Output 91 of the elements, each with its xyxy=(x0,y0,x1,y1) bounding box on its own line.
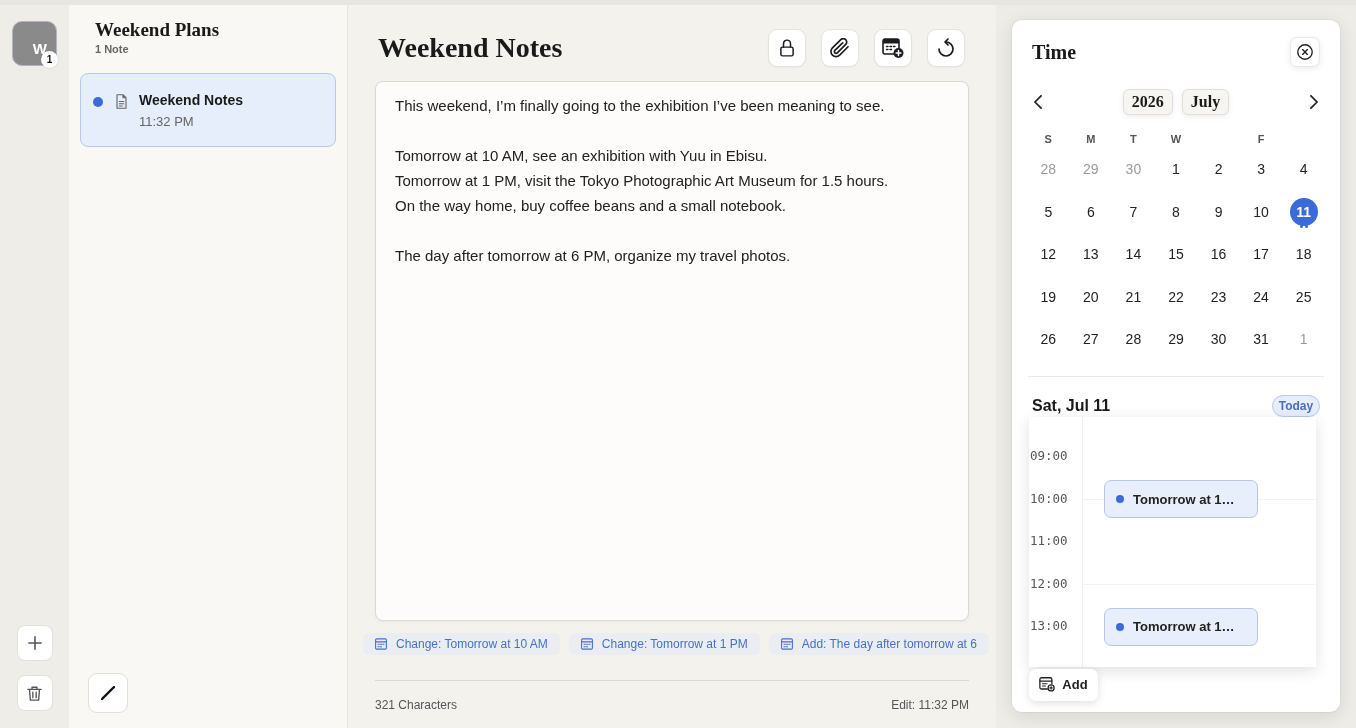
calendar-day[interactable]: 22 xyxy=(1161,282,1190,311)
year-picker[interactable]: 2026 xyxy=(1122,89,1173,115)
close-icon xyxy=(1297,44,1313,60)
note-paragraph: This weekend, I’m finally going to the exhibition I’ve been meaning to see. xyxy=(395,96,886,116)
calendar-day[interactable]: 18 xyxy=(1289,240,1318,269)
document-icon xyxy=(116,94,127,109)
calendar-day[interactable]: 21 xyxy=(1119,282,1148,311)
chevron-right-icon xyxy=(1310,95,1318,109)
note-paragraph: Tomorrow at 10 AM, see an exhibition with Yuu in Ebisu. Tomorrow at 1 PM, visit the Tokyo Photographic Art Museum for 1.5 hours. On the way home, buy coffee beans and a small notebook. xyxy=(395,146,890,216)
note-title: Weekend Notes xyxy=(139,91,243,109)
today-button[interactable]: Today xyxy=(1272,394,1320,417)
undo-icon xyxy=(938,38,954,58)
new-note-button[interactable] xyxy=(16,625,53,661)
attach-button[interactable] xyxy=(821,29,859,67)
calendar-day[interactable]: 25 xyxy=(1289,282,1318,311)
weekday-label: W xyxy=(1170,133,1182,145)
suggestion-chip[interactable]: Add: The day after tomorrow at 6 xyxy=(768,633,989,655)
note-title: Weekend Notes xyxy=(378,34,563,62)
month-picker[interactable]: July xyxy=(1181,89,1230,115)
character-count: 321 Characters xyxy=(375,698,458,713)
calendar-icon xyxy=(580,638,593,650)
event-item[interactable]: Tomorrow at 1… xyxy=(1104,607,1258,646)
paperclip-icon xyxy=(830,38,850,58)
hour-label: 09:00 xyxy=(1029,447,1069,466)
calendar-icon xyxy=(375,638,387,650)
calendar-icon xyxy=(780,638,793,650)
calendar-day[interactable]: 2 xyxy=(1204,155,1233,184)
close-button[interactable] xyxy=(1290,37,1320,67)
next-month-button[interactable] xyxy=(1310,95,1318,109)
plus-icon xyxy=(27,636,42,650)
calendar-day[interactable]: 4 xyxy=(1289,155,1318,184)
calendar-day[interactable]: 30 xyxy=(1204,325,1233,354)
calendar-day[interactable]: 6 xyxy=(1076,197,1105,226)
calendar-day[interactable]: 11 xyxy=(1289,197,1318,226)
calendar-day[interactable]: 8 xyxy=(1161,197,1190,226)
calendar-day[interactable]: 10 xyxy=(1247,197,1276,226)
calendar-day[interactable]: 20 xyxy=(1076,282,1105,311)
calendar-day[interactable]: 14 xyxy=(1119,240,1148,269)
calendar-day[interactable]: 31 xyxy=(1247,325,1276,354)
note-text-area[interactable] xyxy=(375,81,969,621)
hour-label: 13:00 xyxy=(1029,617,1069,636)
note-count: 1 Note xyxy=(95,43,130,56)
weekday-label: S xyxy=(1044,133,1052,145)
hour-label: 12:00 xyxy=(1029,574,1069,593)
undo-button[interactable] xyxy=(927,29,965,67)
calendar-day[interactable]: 3 xyxy=(1247,155,1276,184)
suggestion-chip[interactable]: Change: Tomorrow at 1 PM xyxy=(568,633,760,655)
event-dot-icon xyxy=(1116,622,1124,631)
calendar-day[interactable]: 1 xyxy=(1161,155,1190,184)
previous-month-button[interactable] xyxy=(1034,95,1042,109)
folder-title: Weekend Plans xyxy=(95,18,221,42)
lock-icon xyxy=(780,39,794,57)
weekday-label: F xyxy=(1257,133,1265,145)
pen-icon xyxy=(101,686,115,700)
calendar-day[interactable]: 26 xyxy=(1034,325,1063,354)
calendar-day[interactable]: 13 xyxy=(1076,240,1105,269)
calendar-day[interactable]: 19 xyxy=(1034,282,1063,311)
trash-icon xyxy=(27,685,42,701)
calendar-day[interactable]: 17 xyxy=(1247,240,1276,269)
chevron-left-icon xyxy=(1034,95,1042,109)
calendar-day[interactable]: 29 xyxy=(1161,325,1190,354)
note-time: 11:32 PM xyxy=(139,114,195,130)
hour-label: 11:00 xyxy=(1029,532,1069,551)
day-heading: Sat, Jul 11 xyxy=(1032,395,1111,416)
weekday-label: M xyxy=(1086,133,1096,145)
calendar-day[interactable]: 24 xyxy=(1247,282,1276,311)
calendar-day[interactable]: 9 xyxy=(1204,197,1233,226)
calendar-add-icon xyxy=(1039,677,1056,692)
note-item[interactable]: Weekend Notes 11:32 PM xyxy=(80,73,336,147)
calendar-day[interactable]: 15 xyxy=(1161,240,1190,269)
delete-button[interactable] xyxy=(16,675,53,711)
calendar-day[interactable]: 23 xyxy=(1204,282,1233,311)
weekday-label: T xyxy=(1130,133,1137,145)
lock-button[interactable] xyxy=(768,29,806,67)
calendar-plus-icon xyxy=(882,37,904,59)
event-dot-icon xyxy=(1116,495,1124,504)
edit-time: Edit: 11:32 PM xyxy=(891,698,969,713)
calendar-day[interactable]: 5 xyxy=(1034,197,1063,226)
event-item[interactable]: Tomorrow at 1… xyxy=(1104,480,1258,519)
hour-label: 10:00 xyxy=(1029,489,1069,508)
calendar-day[interactable]: 27 xyxy=(1076,325,1105,354)
add-event-button[interactable]: Add xyxy=(1029,668,1098,701)
suggestion-chip[interactable]: Change: Tomorrow at 10 AM xyxy=(363,633,560,655)
calendar-day[interactable]: 12 xyxy=(1034,240,1063,269)
calendar-day[interactable]: 28 xyxy=(1119,325,1148,354)
calendar-day[interactable]: 16 xyxy=(1204,240,1233,269)
panel-title: Time xyxy=(1032,42,1077,62)
note-paragraph: The day after tomorrow at 6 PM, organize my travel photos. xyxy=(395,246,792,266)
calendar-day[interactable]: 7 xyxy=(1119,197,1148,226)
add-to-calendar-button[interactable] xyxy=(874,29,912,67)
draw-button[interactable] xyxy=(88,673,128,713)
